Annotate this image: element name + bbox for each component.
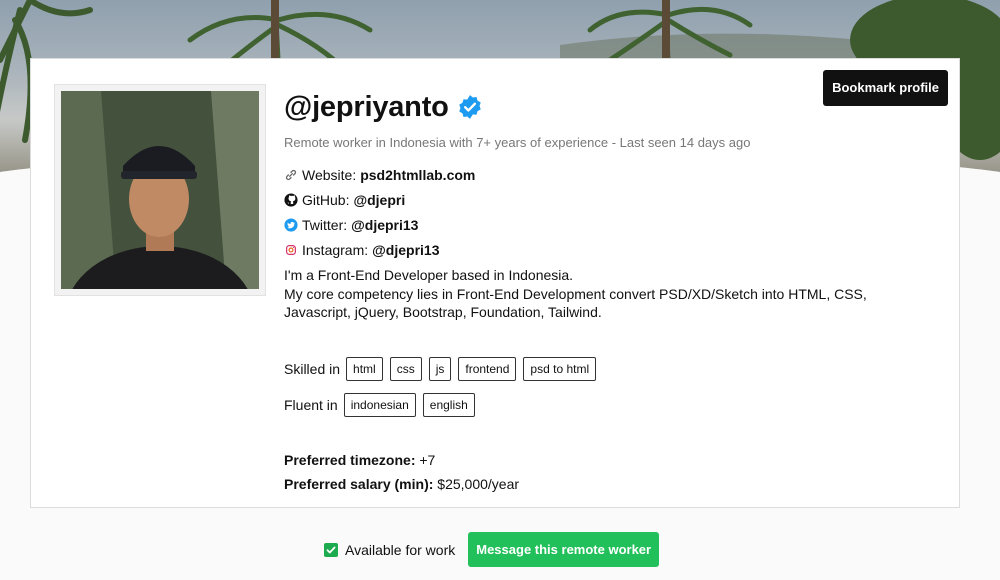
profile-card: Bookmark profile @jepriyanto Remote work… [30, 58, 960, 508]
skill-tag[interactable]: css [389, 356, 422, 381]
profile-tagline: Remote worker in Indonesia with 7+ years… [284, 135, 751, 150]
link-label: Instagram: [302, 241, 369, 258]
website-link[interactable]: psd2htmllab.com [360, 167, 475, 183]
link-website: Website: psd2htmllab.com [284, 162, 924, 187]
link-label: Twitter: [302, 216, 348, 233]
social-links: Website: psd2htmllab.com GitHub: @djepri… [284, 162, 924, 262]
skill-tag[interactable]: frontend [458, 356, 517, 381]
instagram-icon [286, 244, 296, 255]
preferences: Preferred timezone: +7 Preferred salary … [284, 448, 924, 496]
message-worker-button[interactable]: Message this remote worker [468, 532, 660, 567]
link-label: GitHub: [302, 191, 350, 208]
twitter-link[interactable]: @djepri13 [351, 217, 418, 233]
available-label[interactable]: Available for work [345, 542, 455, 558]
instagram-link[interactable]: @djepri13 [372, 242, 439, 258]
twitter-icon [284, 217, 298, 232]
profile-bio: I'm a Front-End Developer based in Indon… [284, 266, 924, 322]
footer-actions: Available for work Message this remote w… [324, 532, 660, 567]
avatar-photo [61, 91, 259, 289]
available-checkbox[interactable] [324, 542, 338, 557]
preferred-timezone: Preferred timezone: +7 [284, 448, 924, 472]
avatar-frame [54, 84, 266, 296]
link-github: GitHub: @djepri [284, 187, 924, 212]
link-twitter: Twitter: @djepri13 [284, 212, 924, 237]
skill-tag[interactable]: js [428, 356, 452, 381]
bio-line: I'm a Front-End Developer based in Indon… [284, 267, 574, 283]
skills-label: Skilled in [284, 360, 341, 377]
timezone-value: +7 [419, 451, 436, 468]
salary-value: $25,000/year [437, 475, 520, 492]
avatar [61, 91, 259, 289]
link-icon [285, 169, 297, 180]
bio-line: My core competency lies in Front-End Dev… [284, 285, 867, 321]
checkmark-icon [326, 546, 336, 553]
timezone-label: Preferred timezone: [284, 451, 416, 468]
languages-label: Fluent in [284, 396, 338, 413]
languages-row: Fluent in indonesian english [284, 392, 924, 417]
link-label: Website: [302, 166, 357, 183]
username: @jepriyanto [284, 90, 449, 123]
language-tag[interactable]: indonesian [343, 392, 416, 417]
link-instagram: Instagram: @djepri13 [284, 237, 924, 262]
profile-info: @jepriyanto Remote worker in Indonesia w… [284, 87, 924, 496]
skills-row: Skilled in html css js frontend psd to h… [284, 356, 924, 381]
language-tag[interactable]: english [422, 392, 475, 417]
skill-tag[interactable]: psd to html [523, 356, 597, 381]
verified-badge-icon [458, 95, 481, 119]
preferred-salary: Preferred salary (min): $25,000/year [284, 472, 924, 496]
salary-label: Preferred salary (min): [284, 475, 434, 492]
github-link[interactable]: @djepri [353, 192, 405, 208]
github-icon [284, 192, 298, 207]
skill-tag[interactable]: html [346, 356, 383, 381]
